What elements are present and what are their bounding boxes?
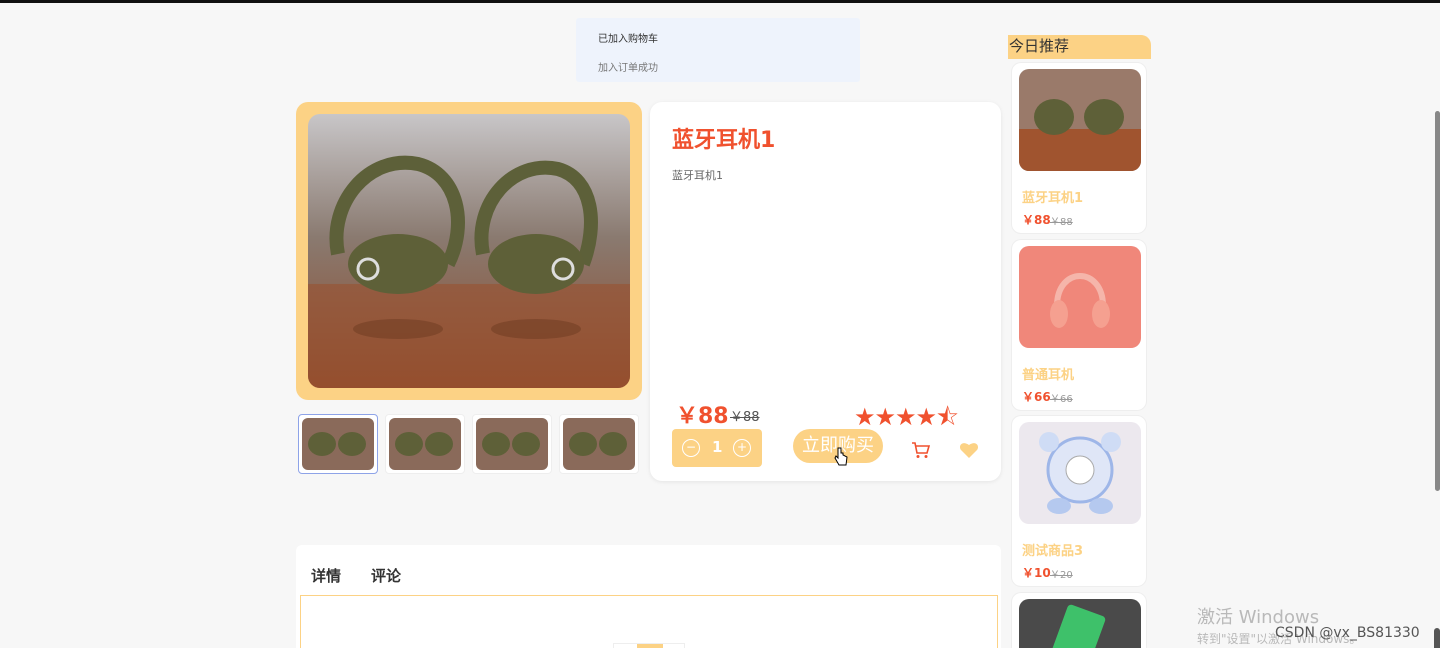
- recommend-item[interactable]: [1011, 592, 1147, 648]
- favorite-heart-icon[interactable]: [959, 440, 979, 460]
- main-image-frame: [296, 102, 642, 400]
- recommend-item-name: 蓝牙耳机1: [1022, 191, 1084, 206]
- recommend-item-name: 测试商品3: [1022, 544, 1084, 559]
- recommend-item-old-price: ￥20: [1050, 570, 1073, 581]
- thumbnail-strip: [298, 414, 640, 474]
- recommend-item[interactable]: 测试商品3 ￥10 ￥20: [1011, 415, 1147, 587]
- pagination[interactable]: [613, 643, 685, 648]
- recommend-item-price: ￥66: [1022, 390, 1051, 404]
- recommend-item-image: [1019, 69, 1141, 171]
- recommend-header: 今日推荐: [1008, 35, 1151, 59]
- product-info-card: 蓝牙耳机1 蓝牙耳机1 ￥88 ￥88 ★★★★⯪ − 1 + 立即购买: [650, 102, 1001, 481]
- product-old-price: ￥88: [730, 410, 760, 425]
- thumbnail-2[interactable]: [385, 414, 465, 474]
- toast-order-message: 加入订单成功: [598, 63, 658, 74]
- notification-toast: 已加入购物车 加入订单成功: [576, 18, 860, 82]
- quantity-value: 1: [712, 438, 723, 456]
- thumbnail-3[interactable]: [472, 414, 552, 474]
- recommend-item-price: ￥10: [1022, 566, 1051, 580]
- thumbnail-4[interactable]: [559, 414, 639, 474]
- detail-tabs-panel: 详情 评论: [296, 545, 1001, 648]
- product-description: 蓝牙耳机1: [672, 169, 723, 182]
- tab-comments[interactable]: 评论: [371, 565, 401, 586]
- pagination-current[interactable]: [637, 644, 663, 648]
- recommend-item-name: 普通耳机: [1022, 368, 1075, 383]
- recommend-item-old-price: ￥88: [1050, 217, 1073, 228]
- tab-details[interactable]: 详情: [311, 565, 341, 586]
- page-scrollbar[interactable]: [1435, 111, 1440, 491]
- scrollbar-thumb[interactable]: [1434, 628, 1440, 648]
- increase-quantity-button[interactable]: +: [733, 439, 751, 457]
- add-to-cart-icon[interactable]: [911, 440, 931, 460]
- toast-cart-message: 已加入购物车: [598, 34, 658, 45]
- recommend-item[interactable]: 普通耳机 ￥66 ￥66: [1011, 239, 1147, 411]
- product-price: ￥88: [676, 404, 729, 429]
- recommend-item[interactable]: 蓝牙耳机1 ￥88 ￥88: [1011, 62, 1147, 234]
- csdn-watermark: CSDN @vx_BS81330: [1275, 625, 1420, 641]
- main-product-image: [308, 114, 630, 388]
- recommend-item-image: [1019, 422, 1141, 524]
- recommend-item-image: [1019, 599, 1141, 648]
- recommend-item-image: [1019, 246, 1141, 348]
- recommend-item-old-price: ￥66: [1050, 394, 1073, 405]
- hand-pointer-cursor-icon: [834, 447, 848, 467]
- product-title: 蓝牙耳机1: [672, 128, 776, 153]
- recommend-item-price: ￥88: [1022, 213, 1051, 227]
- quantity-stepper: − 1 +: [672, 429, 762, 467]
- tab-content-area: [300, 595, 998, 648]
- decrease-quantity-button[interactable]: −: [682, 439, 700, 457]
- thumbnail-1[interactable]: [298, 414, 378, 474]
